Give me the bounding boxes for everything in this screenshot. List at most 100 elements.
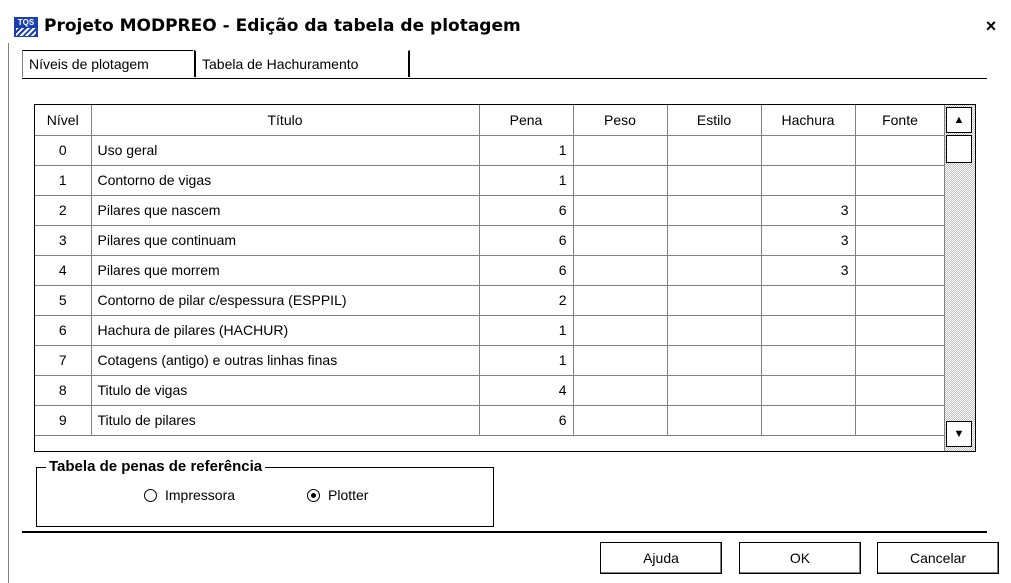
col-header-pena[interactable]: Pena [479, 105, 574, 136]
cancel-button[interactable]: Cancelar [877, 542, 999, 574]
cell-hachura[interactable] [761, 375, 856, 406]
table-row[interactable]: 8 Titulo de vigas 4 [35, 375, 946, 406]
grid-vertical-scrollbar[interactable]: ▲ ▼ [944, 105, 975, 451]
cell-pena[interactable]: 1 [479, 345, 574, 376]
cell-hachura[interactable] [761, 285, 856, 316]
cell-nivel[interactable]: 5 [35, 285, 92, 316]
table-row[interactable]: 3 Pilares que continuam 6 3 [35, 225, 946, 256]
cell-titulo[interactable]: Uso geral [91, 135, 480, 166]
cell-nivel[interactable]: 4 [35, 255, 92, 286]
ok-button[interactable]: OK [739, 542, 861, 574]
cell-fonte[interactable] [855, 375, 946, 406]
cell-nivel[interactable]: 2 [35, 195, 92, 226]
cell-nivel[interactable]: 0 [35, 135, 92, 166]
table-row[interactable]: 5 Contorno de pilar c/espessura (ESPPIL) 2 [35, 285, 946, 316]
cell-peso[interactable] [573, 135, 668, 166]
cell-estilo[interactable] [667, 135, 762, 166]
cell-estilo[interactable] [667, 285, 762, 316]
cell-hachura[interactable] [761, 345, 856, 376]
table-row[interactable]: 0 Uso geral 1 [35, 135, 946, 166]
cell-hachura[interactable] [761, 165, 856, 196]
cell-pena[interactable]: 1 [479, 315, 574, 346]
cell-fonte[interactable] [855, 285, 946, 316]
cell-titulo[interactable]: Pilares que morrem [91, 255, 480, 286]
tab-niveis-de-plotagem[interactable]: Níveis de plotagem [22, 50, 193, 77]
cell-pena[interactable]: 1 [479, 135, 574, 166]
cell-nivel[interactable]: 8 [35, 375, 92, 406]
radio-plotter[interactable]: Plotter [307, 485, 368, 505]
table-row[interactable]: 4 Pilares que morrem 6 3 [35, 255, 946, 286]
cell-nivel[interactable]: 3 [35, 225, 92, 256]
tab-tabela-de-hachuramento[interactable]: Tabela de Hachuramento [194, 50, 410, 77]
help-button[interactable]: Ajuda [600, 542, 722, 574]
cell-peso[interactable] [573, 285, 668, 316]
cell-titulo[interactable]: Pilares que nascem [91, 195, 480, 226]
cell-fonte[interactable] [855, 195, 946, 226]
col-header-nivel[interactable]: Nível [35, 105, 92, 136]
cell-fonte[interactable] [855, 405, 946, 436]
scroll-up-icon[interactable]: ▲ [946, 107, 972, 133]
cell-estilo[interactable] [667, 315, 762, 346]
radio-impressora[interactable]: Impressora [144, 485, 235, 505]
cell-hachura[interactable] [761, 135, 856, 166]
cell-estilo[interactable] [667, 375, 762, 406]
cell-hachura[interactable] [761, 405, 856, 436]
cell-nivel[interactable]: 7 [35, 345, 92, 376]
cell-titulo[interactable]: Titulo de vigas [91, 375, 480, 406]
col-header-titulo[interactable]: Título [91, 105, 480, 136]
table-row[interactable]: 6 Hachura de pilares (HACHUR) 1 [35, 315, 946, 346]
cell-titulo[interactable]: Cotagens (antigo) e outras linhas finas [91, 345, 480, 376]
cell-pena[interactable]: 6 [479, 195, 574, 226]
table-row[interactable]: 2 Pilares que nascem 6 3 [35, 195, 946, 226]
cell-fonte[interactable] [855, 345, 946, 376]
cell-peso[interactable] [573, 375, 668, 406]
cell-fonte[interactable] [855, 165, 946, 196]
col-header-peso[interactable]: Peso [573, 105, 668, 136]
cell-estilo[interactable] [667, 225, 762, 256]
cell-hachura[interactable]: 3 [761, 255, 856, 286]
cell-nivel[interactable]: 6 [35, 315, 92, 346]
table-row[interactable]: 7 Cotagens (antigo) e outras linhas finas… [35, 345, 946, 376]
cell-titulo[interactable]: Titulo de pilares [91, 405, 480, 436]
cell-peso[interactable] [573, 165, 668, 196]
cell-pena[interactable]: 6 [479, 405, 574, 436]
col-header-estilo[interactable]: Estilo [667, 105, 762, 136]
cell-estilo[interactable] [667, 405, 762, 436]
col-header-hachura[interactable]: Hachura [761, 105, 856, 136]
col-header-fonte[interactable]: Fonte [855, 105, 946, 136]
close-icon[interactable]: × [981, 15, 1001, 37]
scroll-thumb[interactable] [946, 135, 972, 163]
scroll-down-icon[interactable]: ▼ [946, 421, 972, 447]
cell-peso[interactable] [573, 405, 668, 436]
plot-levels-grid[interactable]: Nível Título Pena Peso Estilo Hachura Fo… [34, 104, 976, 452]
cell-fonte[interactable] [855, 255, 946, 286]
cell-titulo[interactable]: Pilares que continuam [91, 225, 480, 256]
cell-nivel[interactable]: 1 [35, 165, 92, 196]
cell-peso[interactable] [573, 255, 668, 286]
cell-titulo[interactable]: Hachura de pilares (HACHUR) [91, 315, 480, 346]
cell-estilo[interactable] [667, 255, 762, 286]
cell-hachura[interactable]: 3 [761, 225, 856, 256]
cell-estilo[interactable] [667, 165, 762, 196]
table-row[interactable]: 9 Titulo de pilares 6 [35, 405, 946, 436]
cell-nivel[interactable]: 9 [35, 405, 92, 436]
cell-fonte[interactable] [855, 225, 946, 256]
cell-peso[interactable] [573, 225, 668, 256]
cell-estilo[interactable] [667, 195, 762, 226]
cell-titulo[interactable]: Contorno de vigas [91, 165, 480, 196]
cell-pena[interactable]: 2 [479, 285, 574, 316]
cell-pena[interactable]: 1 [479, 165, 574, 196]
cell-pena[interactable]: 6 [479, 225, 574, 256]
cell-peso[interactable] [573, 195, 668, 226]
cell-hachura[interactable]: 3 [761, 195, 856, 226]
cell-peso[interactable] [573, 315, 668, 346]
cell-peso[interactable] [573, 345, 668, 376]
cell-pena[interactable]: 6 [479, 255, 574, 286]
table-row[interactable]: 1 Contorno de vigas 1 [35, 165, 946, 196]
cell-fonte[interactable] [855, 135, 946, 166]
cell-hachura[interactable] [761, 315, 856, 346]
cell-titulo[interactable]: Contorno de pilar c/espessura (ESPPIL) [91, 285, 480, 316]
cell-pena[interactable]: 4 [479, 375, 574, 406]
cell-estilo[interactable] [667, 345, 762, 376]
cell-fonte[interactable] [855, 315, 946, 346]
